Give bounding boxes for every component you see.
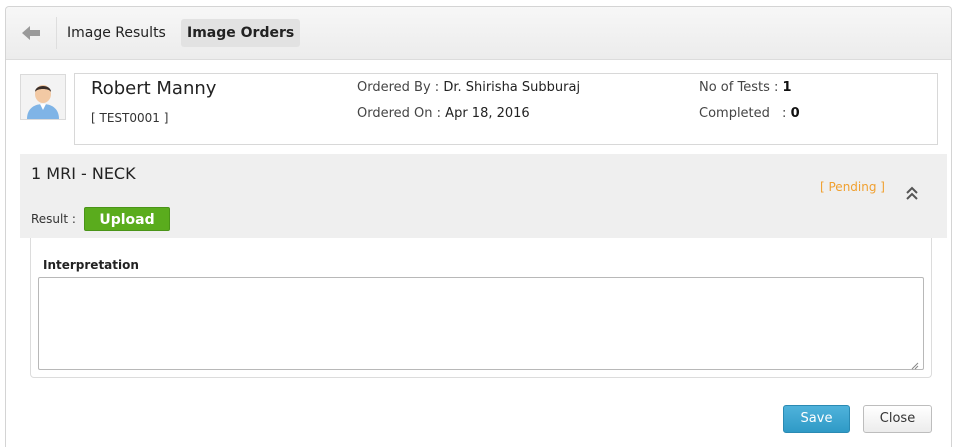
tab-image-results[interactable]: Image Results bbox=[61, 19, 172, 47]
panel-header: Image Results Image Orders bbox=[6, 7, 951, 60]
ordered-on-label: Ordered On : bbox=[357, 106, 442, 121]
interpretation-textarea[interactable] bbox=[38, 277, 924, 370]
ordered-by-label: Ordered By : bbox=[357, 80, 440, 95]
completed-label: Completed bbox=[699, 106, 770, 121]
tab-image-orders[interactable]: Image Orders bbox=[181, 19, 301, 47]
chevron-double-up-icon bbox=[906, 186, 918, 200]
tests-count-value: 1 bbox=[782, 80, 792, 95]
collapse-button[interactable] bbox=[904, 184, 920, 202]
ordered-by-value: Dr. Shirisha Subburaj bbox=[443, 80, 581, 95]
patient-name: Robert Manny bbox=[91, 78, 217, 99]
interpretation-label: Interpretation bbox=[43, 258, 139, 272]
header-divider bbox=[56, 17, 57, 49]
completed-separator: : bbox=[782, 106, 787, 121]
interpretation-section: Interpretation bbox=[30, 238, 932, 378]
resize-grip-icon[interactable] bbox=[911, 362, 919, 370]
tests-count-row: No of Tests : 1 bbox=[699, 80, 792, 95]
status-badge: [ Pending ] bbox=[820, 180, 885, 194]
order-title: 1 MRI - NECK bbox=[31, 164, 136, 183]
arrow-left-icon bbox=[22, 26, 40, 40]
user-avatar-icon bbox=[21, 75, 65, 119]
back-button[interactable] bbox=[18, 22, 46, 44]
order-item-header: 1 MRI - NECK [ Pending ] Result : Upload bbox=[20, 154, 947, 238]
image-orders-panel: Image Results Image Orders Robert Manny … bbox=[5, 6, 952, 447]
ordered-by-row: Ordered By : Dr. Shirisha Subburaj bbox=[357, 80, 580, 95]
completed-value: 0 bbox=[790, 106, 800, 121]
save-button[interactable]: Save bbox=[783, 405, 850, 433]
patient-id: [ TEST0001 ] bbox=[91, 111, 169, 125]
result-label: Result : bbox=[31, 212, 76, 226]
tests-count-label: No of Tests : bbox=[699, 80, 779, 95]
patient-avatar bbox=[20, 74, 66, 120]
ordered-on-row: Ordered On : Apr 18, 2016 bbox=[357, 106, 530, 121]
completed-row: Completed : 0 bbox=[699, 106, 800, 121]
patient-info-box: Robert Manny [ TEST0001 ] Ordered By : D… bbox=[74, 73, 938, 145]
close-button[interactable]: Close bbox=[863, 405, 932, 433]
ordered-on-value: Apr 18, 2016 bbox=[445, 106, 530, 121]
upload-button[interactable]: Upload bbox=[84, 207, 170, 231]
